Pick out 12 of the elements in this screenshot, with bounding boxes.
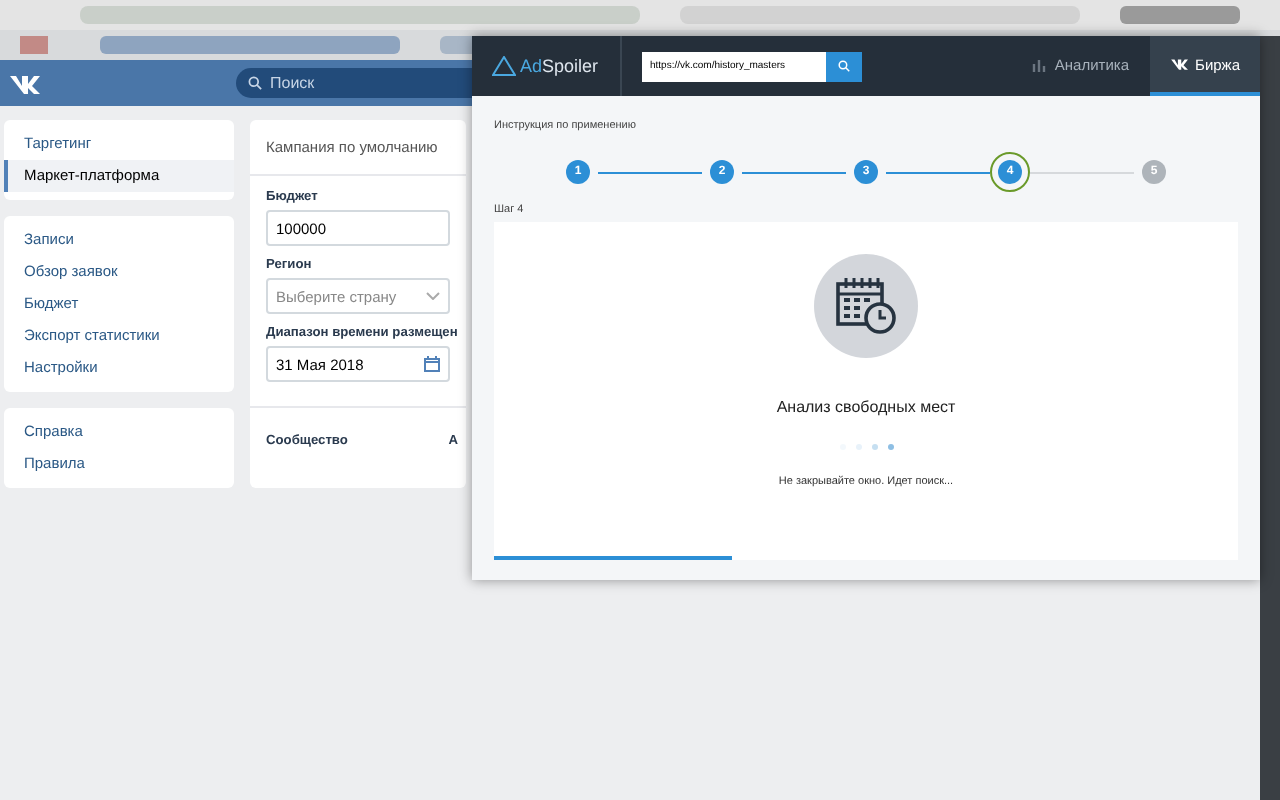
logo-text: AdSpoiler <box>520 56 599 76</box>
status-title: Анализ свободных мест <box>776 398 956 416</box>
caret-icon <box>426 292 440 300</box>
calendar-icon <box>424 356 440 372</box>
calendar-clock-icon <box>834 276 898 336</box>
chart-icon <box>1032 57 1047 71</box>
search-button[interactable] <box>826 51 862 81</box>
logo-icon <box>1169 58 1188 70</box>
logo-icon <box>492 56 516 76</box>
search-icon <box>838 60 850 72</box>
search-icon <box>248 76 262 90</box>
logo-icon[interactable] <box>8 73 40 93</box>
